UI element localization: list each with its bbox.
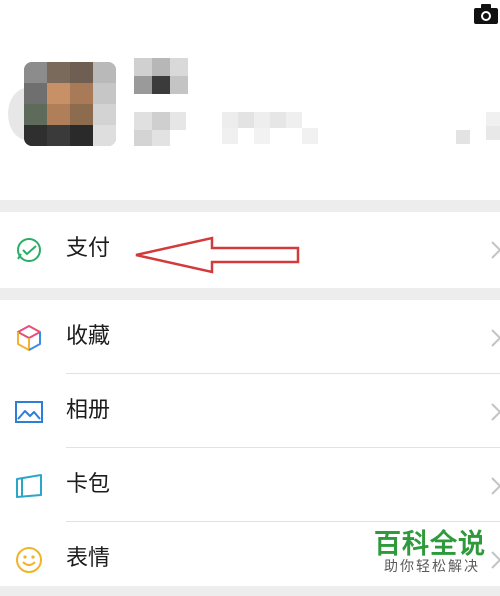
menu-item-cards[interactable]: 卡包 bbox=[0, 448, 500, 522]
chevron-right-icon bbox=[491, 329, 500, 347]
menu-item-label: 支付 bbox=[66, 236, 111, 261]
menu-item-album[interactable]: 相册 bbox=[0, 374, 500, 448]
annotation-arrow-icon bbox=[135, 236, 300, 274]
pay-icon bbox=[17, 238, 41, 262]
menu-item-label: 收藏 bbox=[66, 324, 111, 349]
menu-item-label: 表情 bbox=[66, 546, 111, 571]
chevron-right-icon bbox=[491, 477, 500, 495]
chevron-right-icon bbox=[491, 241, 500, 259]
image-icon bbox=[15, 401, 43, 423]
card-icon bbox=[16, 474, 42, 498]
profile-header[interactable] bbox=[0, 0, 500, 200]
watermark-subtitle: 助你轻松解决 bbox=[384, 559, 480, 575]
chevron-right-icon bbox=[491, 551, 500, 569]
smiley-icon bbox=[16, 547, 42, 573]
avatar[interactable] bbox=[24, 62, 116, 146]
camera-icon[interactable] bbox=[472, 2, 500, 26]
menu-item-label: 卡包 bbox=[66, 472, 111, 497]
cube-icon bbox=[17, 325, 41, 351]
chevron-right-icon bbox=[491, 403, 500, 421]
menu-item-favorites[interactable]: 收藏 bbox=[0, 300, 500, 374]
menu-item-label: 相册 bbox=[66, 398, 111, 423]
